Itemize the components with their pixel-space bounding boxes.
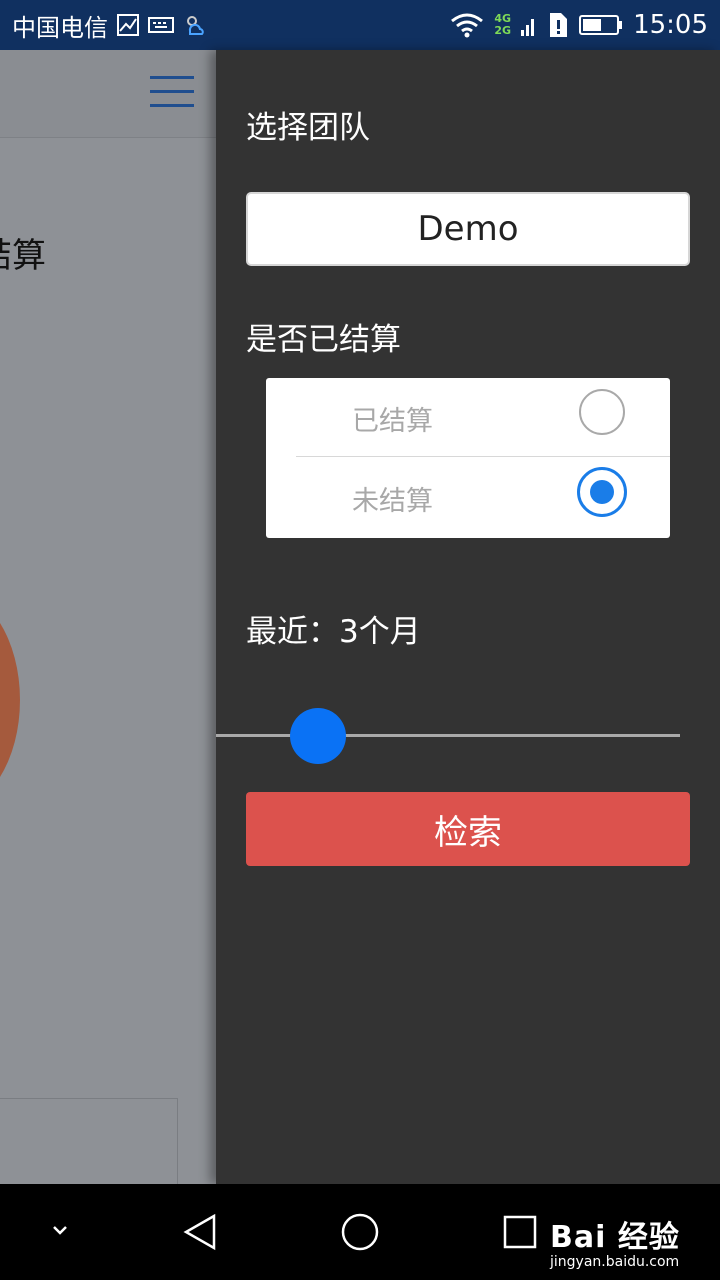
nav-back-icon[interactable] (180, 1212, 220, 1256)
team-select-value: Demo (417, 209, 519, 249)
radio-unchecked-icon[interactable] (579, 389, 625, 435)
watermark-url: jingyan.baidu.com (550, 1254, 680, 1270)
team-label: 选择团队 (246, 110, 370, 146)
main-header (0, 50, 216, 138)
weather-icon (182, 12, 208, 38)
recent-range-label: 最近：3个月 (246, 614, 421, 650)
hamburger-line (150, 104, 194, 107)
status-bar: 中国电信 4G 2G 15:05 (0, 0, 720, 50)
radio-checked-icon[interactable] (577, 467, 627, 517)
status-left: 中国电信 (12, 8, 208, 43)
radio-option-settled[interactable]: 已结算 (266, 378, 670, 458)
nav-recents-icon[interactable] (502, 1214, 538, 1254)
nav-home-icon[interactable] (340, 1212, 380, 1256)
hamburger-line (150, 90, 194, 93)
search-button[interactable]: 检索 (246, 792, 690, 866)
wifi-icon (450, 12, 484, 38)
main-title-fragment: 结算 (0, 236, 46, 276)
radio-option-label: 未结算 (352, 485, 433, 517)
signal-icon (521, 12, 537, 38)
carrier-name: 中国电信 (12, 13, 108, 42)
battery-icon (579, 13, 623, 37)
main-page-overlay[interactable]: 结算 (0, 50, 216, 1184)
network-type: 4G 2G (494, 13, 511, 37)
range-slider-track[interactable] (216, 734, 680, 737)
filter-drawer: 选择团队 Demo 是否已结算 已结算 未结算 最近：3个月 检索 (216, 50, 720, 1184)
divider (296, 456, 670, 457)
main-content-box (0, 1098, 178, 1184)
pie-chart-fragment (0, 590, 20, 810)
settled-radio-group: 已结算 未结算 (266, 378, 670, 538)
status-right: 4G 2G 15:05 (450, 10, 708, 40)
hamburger-line (150, 76, 194, 79)
baidu-jingyan-watermark: Bai 经验 jingyan.baidu.com (550, 1212, 680, 1270)
menu-hamburger-icon[interactable] (150, 76, 194, 108)
radio-option-unsettled[interactable]: 未结算 (266, 458, 670, 538)
radio-option-label: 已结算 (352, 405, 433, 437)
team-select[interactable]: Demo (246, 192, 690, 266)
watermark-logo: Bai 经验 (550, 1220, 680, 1255)
gallery-icon (116, 13, 140, 37)
sim-alert-icon (547, 12, 569, 38)
settled-label: 是否已结算 (246, 322, 401, 358)
range-slider-thumb[interactable] (290, 708, 346, 764)
nav-down-icon[interactable] (44, 1214, 76, 1250)
clock: 15:05 (633, 10, 708, 40)
keyboard-icon (148, 15, 174, 35)
net-2g-label: 2G (494, 24, 512, 37)
